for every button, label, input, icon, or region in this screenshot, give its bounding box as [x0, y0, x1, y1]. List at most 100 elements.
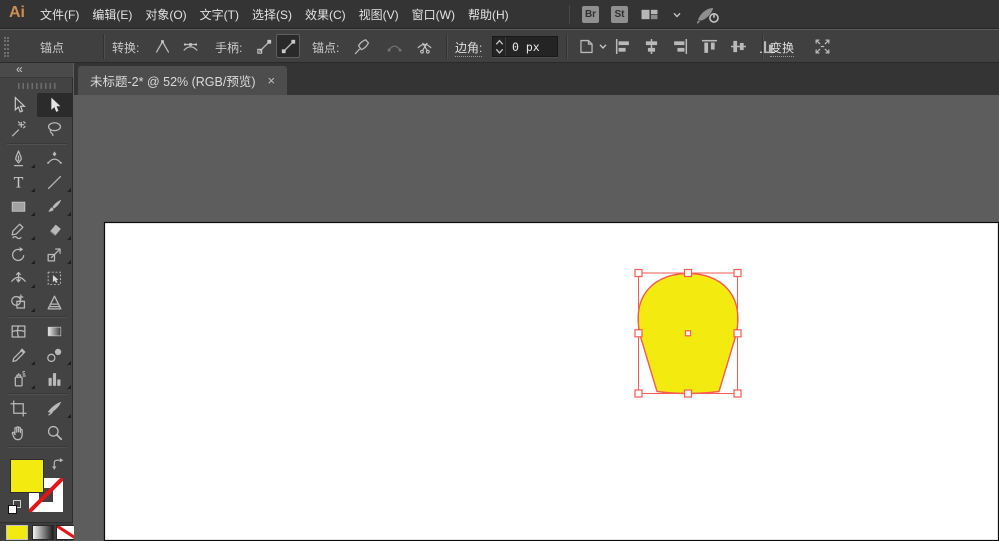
align-to-chevron-icon[interactable] — [596, 34, 610, 58]
shaper-tool[interactable] — [1, 218, 37, 242]
document-tab[interactable]: 未标题-2* @ 52% (RGB/预览) × — [78, 66, 288, 95]
fill-swatch[interactable] — [10, 459, 44, 493]
tools-panel-grip[interactable] — [18, 83, 56, 89]
anchors-label: 锚点: — [312, 41, 340, 55]
rectangle-tool[interactable] — [1, 194, 37, 218]
separator — [566, 34, 567, 59]
mode-gradient-button[interactable] — [32, 525, 54, 540]
swap-fill-stroke-icon[interactable] — [51, 457, 65, 476]
remove-selected-anchor-icon[interactable] — [350, 34, 374, 58]
menu-item-2[interactable]: 对象(O) — [145, 6, 186, 23]
selection-handle[interactable] — [683, 389, 693, 398]
isolate-selected-object-icon[interactable] — [810, 34, 834, 58]
align-left-icon[interactable] — [612, 35, 632, 57]
selection-handle[interactable] — [733, 389, 742, 398]
gradient-tool[interactable] — [37, 319, 73, 343]
bridge-button[interactable]: Br — [582, 6, 599, 23]
shape-builder-tool[interactable] — [1, 290, 37, 314]
mesh-tool[interactable] — [1, 319, 37, 343]
connect-selected-endpoints-icon[interactable] — [382, 34, 406, 58]
align-right-icon[interactable] — [670, 35, 690, 57]
selection-tool[interactable] — [1, 93, 37, 117]
free-transform-tool[interactable] — [37, 266, 73, 290]
scale-tool[interactable] — [37, 242, 73, 266]
selection-center-point[interactable] — [684, 330, 692, 337]
align-center-horizontal-icon[interactable] — [641, 35, 661, 57]
svg-text:T: T — [14, 175, 24, 191]
direct-selection-tool[interactable] — [36, 93, 73, 117]
zoom-tool[interactable] — [37, 420, 73, 444]
mode-color-button[interactable] — [6, 525, 28, 540]
line-segment-tool[interactable] — [37, 170, 73, 194]
blend-tool[interactable] — [37, 343, 73, 367]
stock-button[interactable]: St — [611, 6, 628, 23]
workspace-switcher-icon[interactable] — [640, 7, 659, 22]
slice-tool[interactable] — [37, 396, 73, 420]
separator — [103, 34, 104, 59]
lasso-tool[interactable] — [37, 117, 73, 141]
menu-right-icons: Br St — [582, 0, 720, 29]
chevron-down-icon[interactable] — [671, 9, 683, 21]
corner-link[interactable]: 边角: — [455, 39, 483, 57]
artboard — [103, 221, 999, 541]
align-middle-vertical-icon[interactable] — [728, 35, 748, 57]
pen-tool[interactable] — [1, 146, 37, 170]
align-to-artboard-icon[interactable] — [574, 34, 598, 58]
menu-item-4[interactable]: 选择(S) — [252, 6, 292, 23]
menu-bar: Ai 文件(F) 编辑(E) 对象(O) 文字(T) 选择(S) 效果(C) 视图(V) 窗口… — [0, 0, 999, 29]
width-tool[interactable] — [1, 266, 37, 290]
symbol-sprayer-tool[interactable] — [1, 367, 37, 391]
tool-separator — [1, 444, 73, 449]
selection-handle[interactable] — [634, 329, 643, 338]
eyedropper-tool[interactable] — [1, 343, 37, 367]
color-mode-row — [0, 522, 78, 541]
hide-handles-multiple-anchors-icon[interactable] — [276, 34, 300, 58]
tool-grid: T — [0, 93, 73, 449]
canvas-area[interactable] — [74, 95, 999, 541]
cut-path-at-anchor-icon[interactable] — [412, 34, 436, 58]
menu-item-7[interactable]: 窗口(W) — [412, 6, 455, 23]
menu-item-5[interactable]: 效果(C) — [305, 6, 346, 23]
selection-handle[interactable] — [733, 329, 742, 338]
selection-handle[interactable] — [634, 268, 643, 278]
corner-radius-value[interactable]: 0 px — [506, 37, 557, 56]
paintbrush-tool[interactable] — [37, 194, 73, 218]
menu-separator — [569, 5, 570, 24]
convert-anchor-to-corner-icon[interactable] — [150, 34, 174, 58]
selection-handle[interactable] — [683, 268, 693, 278]
magic-wand-tool[interactable] — [1, 117, 37, 141]
menu-item-3[interactable]: 文字(T) — [200, 6, 239, 23]
context-label: 锚点 — [40, 41, 65, 55]
convert-label: 转换: — [112, 41, 140, 55]
app-logo: Ai — [9, 4, 25, 21]
default-fill-stroke-icon[interactable] — [8, 500, 23, 515]
menu-items: 文件(F) 编辑(E) 对象(O) 文字(T) 选择(S) 效果(C) 视图(V) 窗口(W)… — [40, 0, 509, 29]
collapse-panel-button[interactable]: « — [16, 62, 23, 77]
transform-link[interactable]: 变换 — [770, 39, 795, 57]
tools-panel-header: « — [0, 62, 73, 78]
column-graph-tool[interactable] — [37, 367, 73, 391]
menu-item-1[interactable]: 编辑(E) — [92, 6, 132, 23]
curvature-tool[interactable] — [37, 146, 73, 170]
handles-label: 手柄: — [215, 41, 243, 55]
menu-item-6[interactable]: 视图(V) — [359, 6, 399, 23]
selection-handle[interactable] — [733, 268, 742, 278]
show-handles-multiple-anchors-icon[interactable] — [252, 34, 276, 58]
gpu-performance-icon[interactable] — [695, 5, 720, 24]
artboard-tool[interactable] — [1, 396, 37, 420]
perspective-grid-tool[interactable] — [37, 290, 73, 314]
rotate-tool[interactable] — [1, 242, 37, 266]
document-tab-title: 未标题-2* @ 52% (RGB/预览) — [90, 75, 256, 89]
menu-item-8[interactable]: 帮助(H) — [468, 6, 509, 23]
convert-anchor-to-smooth-icon[interactable] — [178, 34, 202, 58]
align-top-icon[interactable] — [699, 35, 719, 57]
stepper-arrows[interactable] — [493, 37, 506, 56]
separator — [446, 34, 447, 59]
tab-close-icon[interactable]: × — [268, 74, 276, 87]
eraser-tool[interactable] — [37, 218, 73, 242]
hand-tool[interactable] — [1, 420, 37, 444]
menu-item-0[interactable]: 文件(F) — [40, 6, 79, 23]
control-bar-grip[interactable] — [4, 37, 9, 57]
type-tool[interactable]: T — [1, 170, 37, 194]
selection-handle[interactable] — [634, 389, 643, 398]
